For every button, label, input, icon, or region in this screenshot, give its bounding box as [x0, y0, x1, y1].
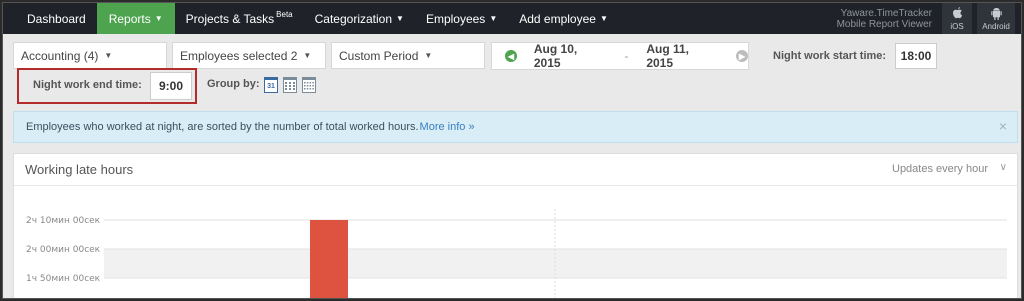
y-tick-label: 1ч 50мин 00сек	[26, 274, 101, 284]
chevron-down-icon: ▼	[396, 14, 404, 23]
android-icon	[990, 7, 1002, 22]
period-dropdown[interactable]: Custom Period ▼	[331, 42, 485, 69]
group-by-day-number: 31	[267, 82, 275, 90]
brand-line-1: Yaware.TimeTracker	[840, 8, 932, 19]
nav-employees[interactable]: Employees ▼	[415, 3, 508, 34]
y-tick-label: 2ч 00мин 00сек	[26, 245, 101, 255]
nav-categorization[interactable]: Categorization ▼	[304, 3, 415, 34]
brand-line-2: Mobile Report Viewer	[836, 19, 932, 30]
mobile-viewer-brand: Yaware.TimeTracker Mobile Report Viewer	[834, 3, 942, 34]
app-frame: Dashboard Reports ▼ Projects & Tasks Bet…	[2, 2, 1022, 299]
caret-down-icon: ▼	[104, 51, 113, 60]
nav-categorization-label: Categorization	[314, 11, 393, 26]
nav-dashboard-label: Dashboard	[27, 11, 86, 26]
caret-down-icon: ▼	[303, 51, 312, 60]
android-label: Android	[982, 21, 1010, 31]
night-start-label: Night work start time:	[773, 50, 887, 62]
top-navbar: Dashboard Reports ▼ Projects & Tasks Bet…	[3, 3, 1021, 34]
night-start-input[interactable]: 18:00	[895, 43, 937, 69]
prev-period-icon[interactable]: ◀	[505, 50, 517, 62]
ios-label: iOS	[950, 21, 964, 31]
y-tick-label: 2ч 10мин 00сек	[26, 216, 101, 226]
ios-app-link[interactable]: iOS	[942, 3, 972, 34]
department-value: Accounting (4)	[21, 48, 99, 63]
info-text: Employees who worked at night, are sorte…	[26, 121, 419, 133]
update-frequency: Updates every hour	[892, 163, 988, 175]
date-to[interactable]: Aug 11, 2015	[646, 42, 718, 70]
nav-dashboard[interactable]: Dashboard	[3, 3, 97, 34]
chevron-down-icon[interactable]: ∨	[1000, 162, 1007, 173]
date-range: ◀ Aug 10, 2015 - Aug 11, 2015 ▶	[491, 42, 749, 70]
night-end-label: Night work end time:	[33, 79, 142, 91]
beta-badge: Beta	[276, 10, 293, 19]
android-app-link[interactable]: Android	[977, 3, 1015, 34]
panel-title: Working late hours	[25, 162, 134, 177]
date-from[interactable]: Aug 10, 2015	[534, 42, 606, 70]
nav-employees-label: Employees	[425, 11, 486, 26]
chevron-down-icon: ▼	[154, 14, 163, 23]
close-icon[interactable]: ×	[999, 118, 1007, 134]
working-late-chart: 2ч 10мин 00сек 2ч 00мин 00сек 1ч 50мин 00с…	[26, 209, 1007, 299]
chevron-down-icon: ▼	[489, 14, 498, 23]
calendar-week-icon[interactable]	[283, 77, 297, 93]
period-value: Custom Period	[339, 48, 419, 63]
chevron-down-icon: ▼	[599, 14, 608, 23]
calendar-day-icon[interactable]: 31	[264, 77, 278, 93]
nav-reports[interactable]: Reports ▼	[96, 3, 175, 34]
department-dropdown[interactable]: Accounting (4) ▼	[13, 42, 167, 69]
nav-projects-label: Projects & Tasks	[185, 11, 275, 26]
info-alert: Employees who worked at night, are sorte…	[13, 111, 1018, 143]
more-info-link[interactable]: More info »	[420, 121, 475, 133]
employees-value: Employees selected 2	[180, 48, 298, 63]
nav-add-employee-label: Add employee	[519, 11, 596, 26]
night-start-value: 18:00	[900, 49, 932, 63]
nav-reports-label: Reports	[108, 11, 151, 26]
employees-dropdown[interactable]: Employees selected 2 ▼	[172, 42, 326, 69]
panel-header: Working late hours	[14, 154, 1017, 186]
nav-projects-tasks[interactable]: Projects & Tasks Beta	[175, 3, 304, 34]
next-period-icon[interactable]: ▶	[736, 50, 749, 62]
calendar-month-icon[interactable]	[302, 77, 316, 93]
night-end-input[interactable]: 9:00	[150, 72, 192, 100]
caret-down-icon: ▼	[424, 51, 433, 60]
night-end-value: 9:00	[158, 79, 184, 93]
apple-icon	[952, 6, 963, 22]
bar[interactable]	[310, 220, 348, 299]
nav-add-employee[interactable]: Add employee ▼	[508, 3, 619, 34]
date-separator: -	[624, 49, 629, 63]
working-late-panel: Working late hours Updates every hour ∨ …	[13, 153, 1018, 299]
group-by-label: Group by:	[207, 78, 260, 90]
